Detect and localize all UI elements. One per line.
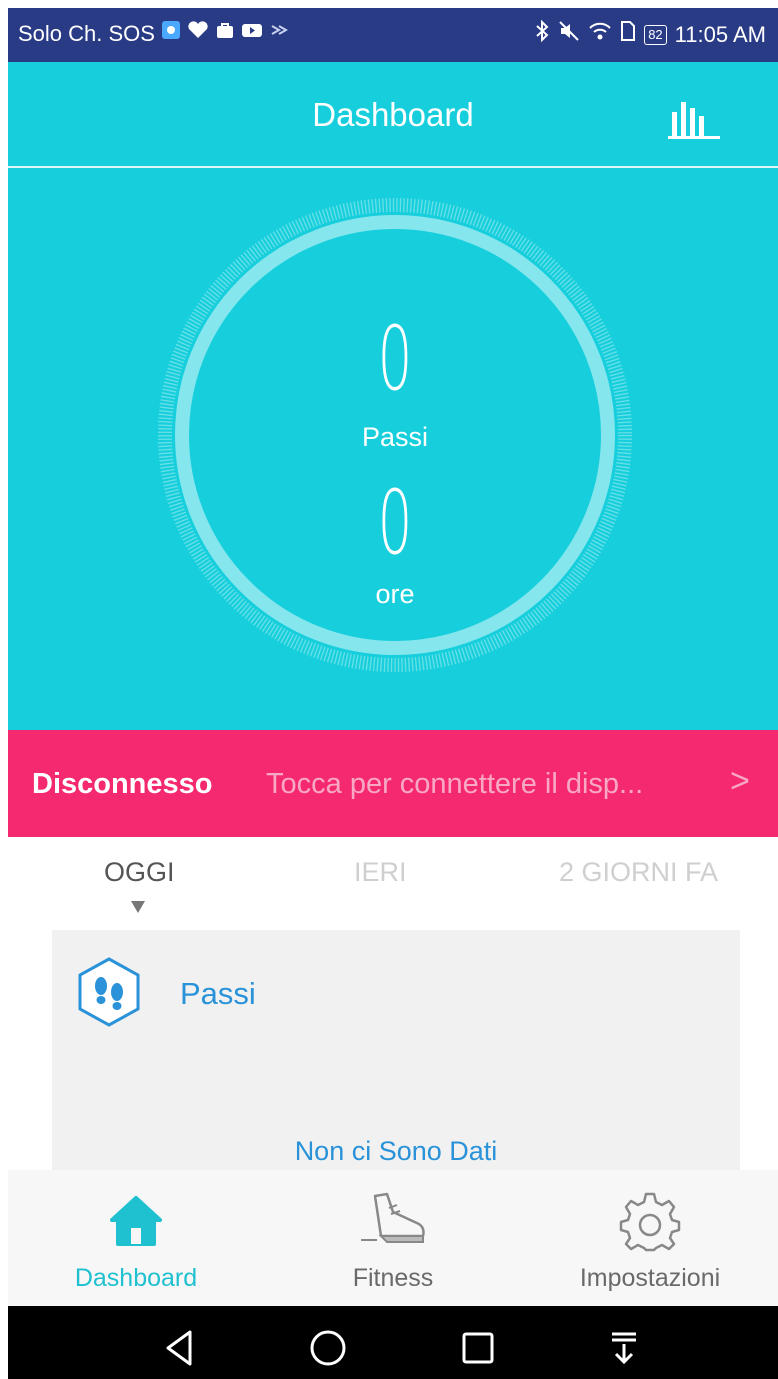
- steps-label: Passi: [361, 422, 429, 452]
- bar-chart-icon[interactable]: [664, 92, 724, 142]
- carrier-label: Solo Ch. SOS: [18, 20, 155, 46]
- notification-pull-icon[interactable]: [600, 1324, 648, 1372]
- heart-icon: [187, 20, 209, 47]
- steps-value: 0: [377, 307, 413, 410]
- connection-status: Disconnesso: [32, 768, 213, 800]
- hours-value: 0: [377, 471, 413, 574]
- status-bar-right: 82 11:05 AM: [534, 19, 766, 49]
- chevron-right-icon: >: [730, 762, 750, 800]
- recents-icon[interactable]: [454, 1324, 502, 1372]
- home-circle-icon[interactable]: [304, 1324, 352, 1372]
- status-bar-left: Solo Ch. SOS: [18, 20, 291, 47]
- status-bar: Solo Ch. SOS 82 11:05 AM: [8, 8, 778, 62]
- connection-hint: Tocca per connettere il disp...: [266, 768, 644, 800]
- bottom-nav: Dashboard Fitness Impostazioni: [8, 1170, 778, 1306]
- clock: 11:05 AM: [674, 21, 766, 47]
- dashboard-summary: Dashboard 0 Passi 0 ore: [8, 62, 778, 730]
- app-header: Dashboard: [8, 62, 778, 168]
- cast-icon: [269, 20, 291, 47]
- mute-icon: [558, 20, 580, 49]
- tab-yesterday[interactable]: IERI: [354, 857, 407, 888]
- tab-two-days-ago[interactable]: 2 GIORNI FA: [559, 857, 718, 888]
- nav-label-dashboard: Dashboard: [74, 1264, 198, 1292]
- bag-icon: [215, 20, 235, 47]
- battery-icon: 82: [644, 24, 667, 45]
- app-badge-icon: [161, 20, 181, 47]
- tab-selected-indicator: [131, 901, 145, 913]
- connection-banner[interactable]: Disconnesso Tocca per connettere il disp…: [8, 730, 778, 837]
- nav-item-fitness[interactable]: Fitness: [265, 1170, 521, 1306]
- shoe-icon: [265, 1190, 521, 1252]
- nav-item-dashboard[interactable]: Dashboard: [8, 1170, 264, 1306]
- video-icon: [241, 20, 263, 47]
- footsteps-icon: [76, 956, 142, 1028]
- nav-item-settings[interactable]: Impostazioni: [522, 1170, 778, 1306]
- steps-card[interactable]: Passi Non ci Sono Dati: [52, 930, 740, 1170]
- nav-label-fitness: Fitness: [352, 1264, 434, 1292]
- activity-ring: 0 Passi 0 ore: [153, 193, 637, 677]
- app-screen: Solo Ch. SOS 82 11:05 AM Dashboard 0 Pas…: [8, 8, 778, 1379]
- gear-icon: [522, 1190, 778, 1252]
- wifi-icon: [588, 20, 612, 49]
- back-icon[interactable]: [156, 1324, 204, 1372]
- home-icon: [8, 1190, 264, 1252]
- no-data-text: Non ci Sono Dati: [294, 1136, 498, 1166]
- steps-card-title: Passi: [180, 976, 256, 1011]
- nav-label-settings: Impostazioni: [579, 1264, 721, 1292]
- sim-icon: [620, 20, 636, 49]
- tab-today[interactable]: OGGI: [104, 857, 175, 888]
- page-title: Dashboard: [312, 96, 474, 133]
- bluetooth-icon: [534, 19, 550, 49]
- hours-label: ore: [375, 579, 415, 609]
- day-tabs: OGGI IERI 2 GIORNI FA: [8, 837, 778, 927]
- system-nav-bar: [8, 1306, 778, 1379]
